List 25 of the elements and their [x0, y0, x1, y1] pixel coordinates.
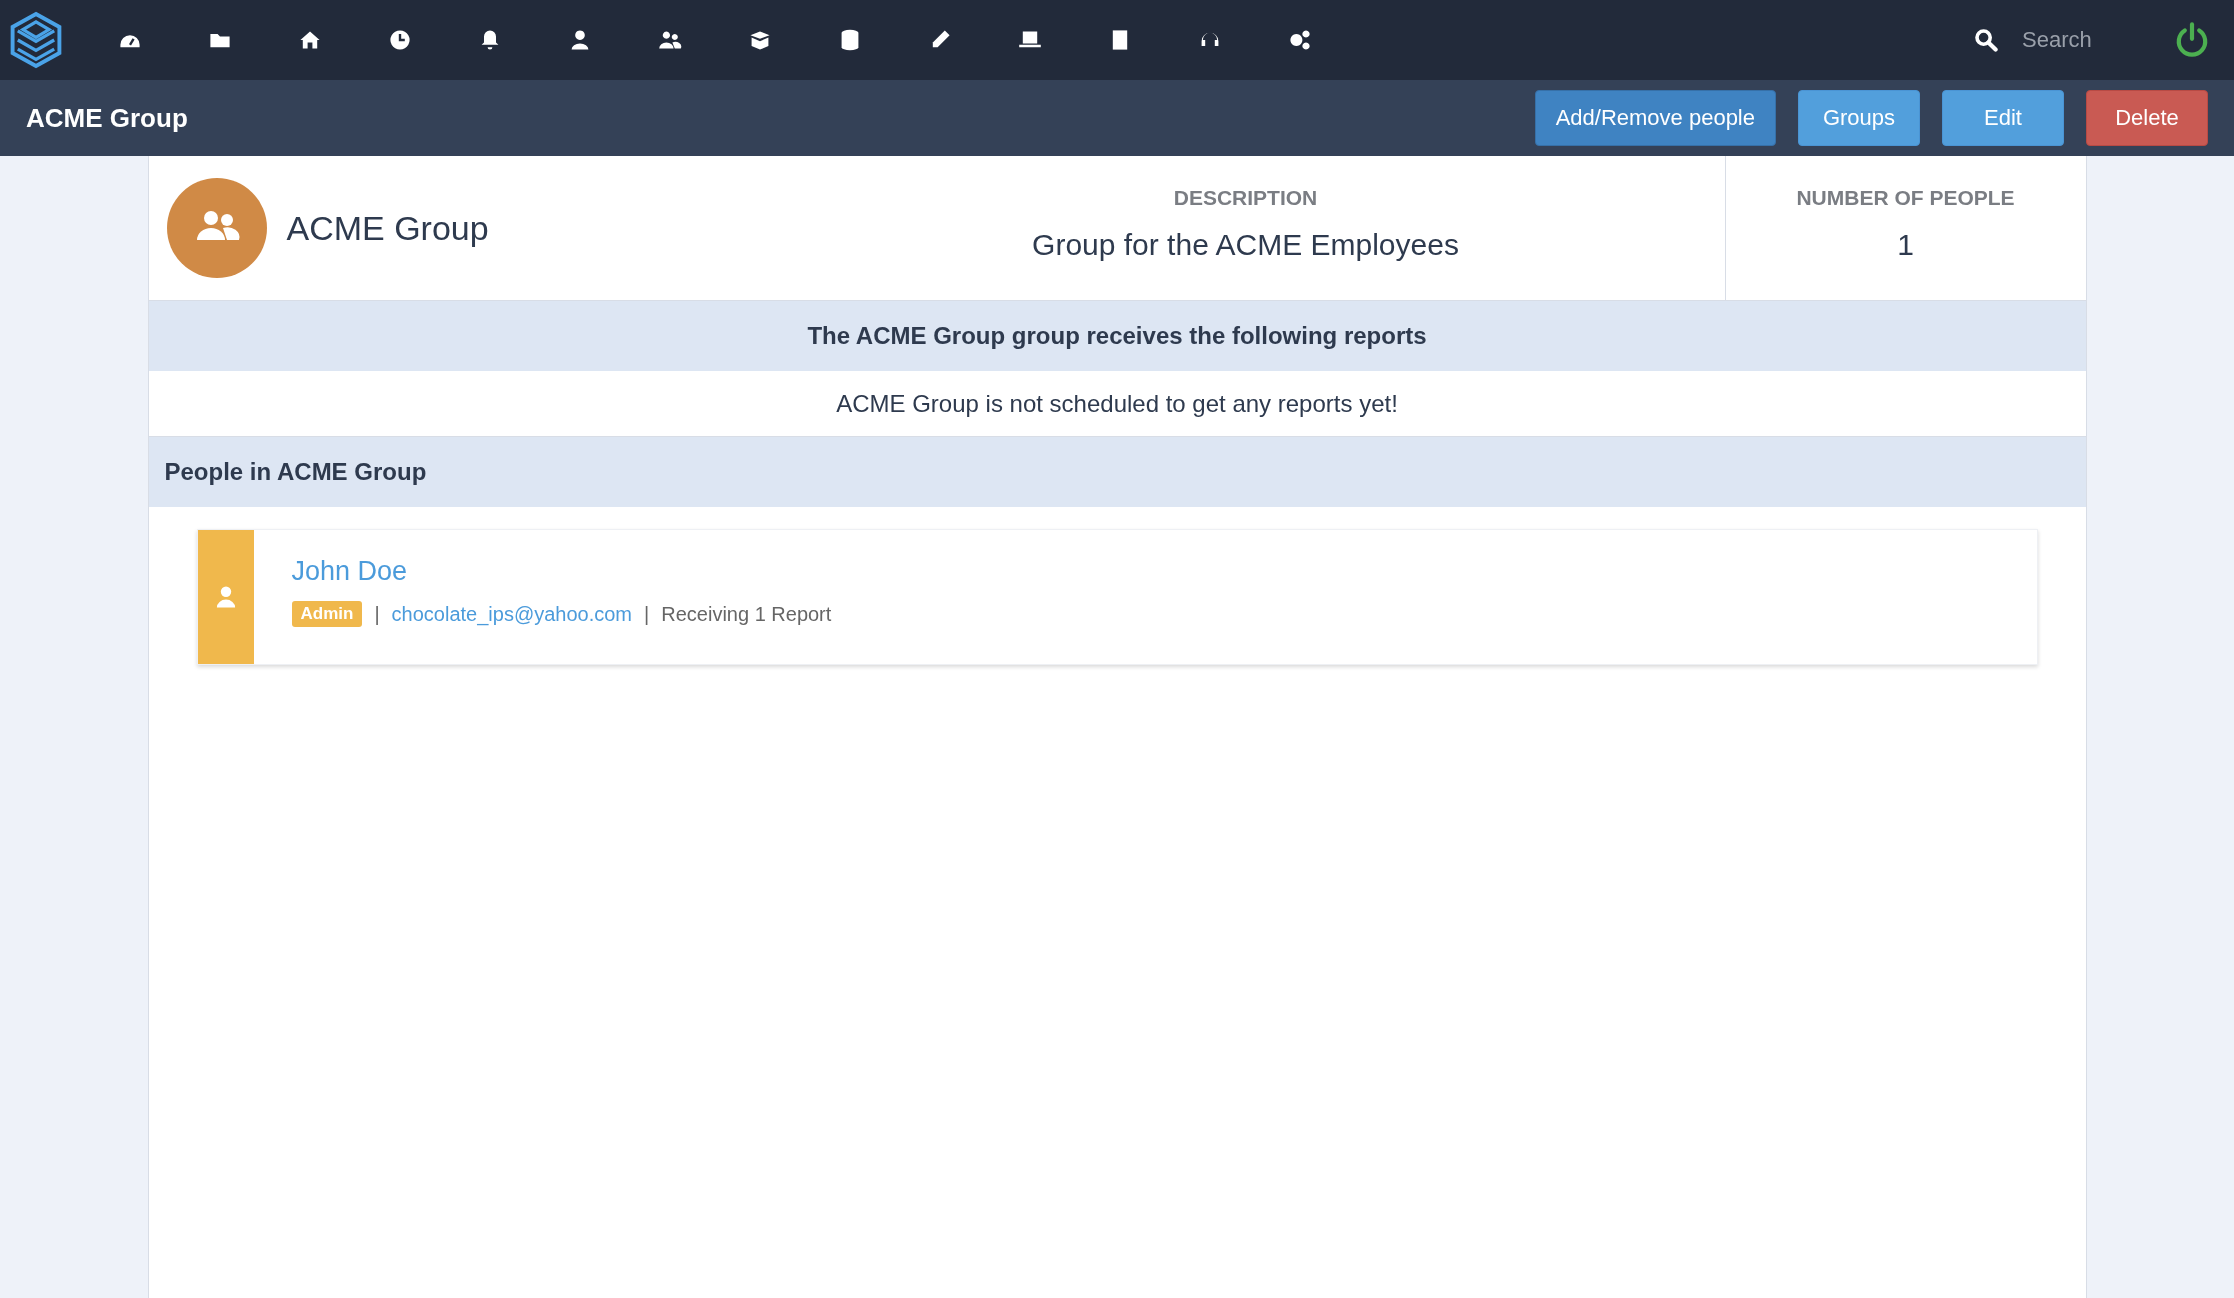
action-button[interactable]: Delete: [2086, 90, 2208, 146]
separator: |: [644, 602, 650, 626]
reports-heading: The ACME Group group receives the following reports: [807, 322, 1427, 350]
people-count-label: NUMBER OF PEOPLE: [1796, 186, 2015, 210]
reports-message: ACME Group is not scheduled to get any reports yet!: [836, 389, 1398, 418]
action-button[interactable]: Groups: [1798, 90, 1920, 146]
clock-icon[interactable]: [388, 28, 412, 52]
person-name-link[interactable]: John Doe: [291, 556, 832, 587]
description-text: Group for the ACME Employees: [1032, 228, 1459, 262]
email-link[interactable]: chocolate_ips@yahoo.com: [391, 602, 633, 626]
action-button[interactable]: Add/Remove people: [1534, 90, 1776, 146]
reports-count: Receiving 1 Report: [661, 602, 832, 626]
search-icon[interactable]: [1974, 28, 1998, 52]
people-count: 1: [1897, 228, 1914, 262]
action-button[interactable]: Edit: [1942, 90, 2064, 146]
separator: |: [374, 602, 380, 626]
logo-icon[interactable]: [10, 11, 62, 69]
page-title: ACME Group: [26, 102, 188, 134]
group-avatar-icon: [166, 178, 267, 278]
people-heading: People in ACME Group: [164, 458, 427, 486]
search-field[interactable]: Search: [2020, 26, 2144, 54]
power-icon[interactable]: [2174, 22, 2210, 58]
group-name: ACME Group: [286, 208, 489, 248]
description-label: DESCRIPTION: [1173, 186, 1318, 210]
role-badge: Admin: [291, 601, 363, 627]
